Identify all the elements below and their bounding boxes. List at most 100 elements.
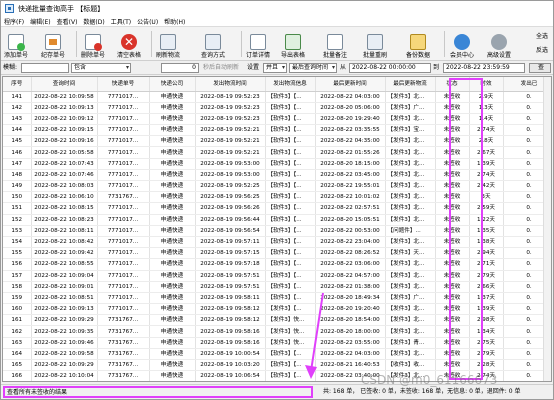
col-index[interactable]: 序号: [3, 77, 32, 92]
from-datetime-input[interactable]: 2022-08-22 00:00:00: [349, 63, 431, 73]
refresh-seconds-input[interactable]: 0: [161, 63, 199, 73]
cell-query-time: 2022-08-22 10:08:23: [31, 214, 98, 226]
table-row[interactable]: 157 2022-08-22 10:09:04 7771017... 申通快递 2022…: [3, 270, 551, 282]
time-field-select[interactable]: 最后查询时间: [289, 63, 337, 73]
filter-keyword-input[interactable]: [21, 63, 69, 73]
table-row[interactable]: 156 2022-08-22 10:08:55 7771017... 申通快递 2022…: [3, 258, 551, 271]
col-last-update-info[interactable]: 最后更新物流: [385, 77, 436, 92]
delete-number-button[interactable]: 删除单号: [81, 29, 105, 59]
table-row[interactable]: 160 2022-08-22 10:09:13 7771017... 申通快递 2022…: [3, 303, 551, 316]
table-row[interactable]: 145 2022-08-22 10:09:16 7771017... 申通快递 2022…: [3, 135, 551, 148]
to-datetime-input[interactable]: 2022-08-22 23:59:59: [443, 63, 525, 73]
refresh-logistics-button[interactable]: 刷新物流: [156, 29, 180, 59]
invert-select-button[interactable]: 反选: [536, 46, 548, 56]
save-number-button[interactable]: 纪存单号: [41, 29, 65, 59]
export-table-button[interactable]: 导出表格: [281, 29, 305, 59]
menu-view[interactable]: 查看(V): [54, 17, 81, 26]
cell-last-update-time: 2022-08-20 18:49:34: [315, 292, 386, 305]
table-row[interactable]: 161 2022-08-22 10:09:29 7731767... 申通快递 2022…: [3, 314, 551, 327]
cell-ship-info: 【软件3】【...: [265, 370, 316, 381]
cell-ship-info: 【软件3】【...: [265, 146, 316, 159]
batch-refresh-button[interactable]: 批量重刷: [363, 29, 387, 59]
cell-last-update-time: 2022-08-20 18:54:00: [315, 314, 386, 327]
cell-status: 未签收: [435, 359, 470, 372]
table-row[interactable]: 142 2022-08-22 10:09:13 7771017... 申通快递 2022…: [3, 102, 551, 114]
col-ship-info[interactable]: 发出物流信息: [265, 77, 316, 92]
menu-edit[interactable]: 编辑(E): [27, 17, 53, 26]
cell-courier: 申通快递: [149, 225, 196, 237]
cell-tracking-number: 7771017...: [97, 292, 150, 305]
order-detail-button[interactable]: 订单详情: [246, 29, 270, 59]
col-query-time[interactable]: 查询时间: [31, 77, 98, 92]
cell-courier: 申通快递: [149, 337, 196, 349]
cell-ship-time: 2022-08-19 09:52:23: [195, 113, 266, 126]
table-row[interactable]: 159 2022-08-22 10:08:51 7771017... 申通快递 2022…: [3, 292, 551, 305]
cell-courier: 申通快递: [149, 113, 196, 126]
menu-notice[interactable]: 公告(U): [134, 17, 161, 26]
cell-last-update-time: 2022-08-22 01:55:26: [315, 146, 386, 159]
cell-ship-info: 【软件3】【...: [265, 214, 316, 226]
table-row[interactable]: 154 2022-08-22 10:08:42 7771017... 申通快递 2022…: [3, 236, 551, 249]
col-courier[interactable]: 快递公司: [149, 77, 196, 92]
logic-select[interactable]: 并且: [263, 63, 287, 73]
table-row[interactable]: 155 2022-08-22 10:09:42 7771017... 申通快递 2022…: [3, 247, 551, 260]
table-row[interactable]: 162 2022-08-22 10:09:35 7731767... 申通快递 2022…: [3, 325, 551, 338]
cell-status: 未签收: [435, 270, 470, 282]
col-duration[interactable]: 时效: [469, 77, 504, 92]
query-mode-button[interactable]: 查询方式: [201, 29, 225, 59]
table-row[interactable]: 166 2022-08-22 10:10:04 7731767... 申通快递 2022…: [3, 370, 551, 381]
member-center-button[interactable]: 会员中心: [450, 29, 474, 59]
cell-last-update-time: 2022-08-20 19:20:40: [315, 303, 386, 316]
table-row[interactable]: 148 2022-08-22 10:07:46 7771017... 申通快递 2022…: [3, 169, 551, 182]
contains-select[interactable]: 包含: [71, 63, 131, 73]
query-button[interactable]: 查: [529, 63, 551, 73]
cell-last-update-time: 2022-08-22 03:45:00: [315, 169, 386, 182]
cell-courier: 申通快递: [149, 124, 196, 137]
cell-ship-time: 2022-08-19 09:52:23: [195, 91, 266, 103]
table-row[interactable]: 152 2022-08-22 10:08:23 7771017... 申通快递 2022…: [3, 214, 551, 226]
cell-duration: 2.75天: [469, 337, 504, 349]
menu-tools[interactable]: 工具(T): [108, 17, 134, 26]
menu-data[interactable]: 数据(D): [80, 17, 107, 26]
cell-status: 未签收: [435, 281, 470, 293]
menu-program[interactable]: 程序(F): [1, 17, 27, 26]
table-row[interactable]: 146 2022-08-22 10:05:58 7771017... 申通快递 2022…: [3, 146, 551, 159]
table-row[interactable]: 144 2022-08-22 10:09:15 7771017... 申通快递 2022…: [3, 124, 551, 137]
cell-last-update-info: 【问题件】...: [385, 225, 436, 237]
table-row[interactable]: 158 2022-08-22 10:09:01 7771017... 申通快递 2022…: [3, 281, 551, 293]
col-ship-time[interactable]: 发出物流时间: [195, 77, 266, 92]
table-row[interactable]: 151 2022-08-22 10:08:15 7771017... 申通快递 2022…: [3, 202, 551, 215]
table-row[interactable]: 153 2022-08-22 10:08:11 7771017... 申通快递 2022…: [3, 225, 551, 237]
table-row[interactable]: 143 2022-08-22 10:09:12 7771017... 申通快递 2022…: [3, 113, 551, 126]
table-row[interactable]: 147 2022-08-22 10:07:43 7771017... 申通快递 2022…: [3, 158, 551, 170]
table-row[interactable]: 165 2022-08-22 10:09:29 7731767... 申通快递 2022…: [3, 359, 551, 372]
table-row[interactable]: 150 2022-08-22 10:06:10 7731767... 申通快递 2022…: [3, 191, 551, 204]
cell-ship-info: 【软件3】【...: [265, 258, 316, 271]
col-last-update-time[interactable]: 最后更新时间: [315, 77, 386, 92]
col-tracking-number[interactable]: 快递单号: [97, 77, 150, 92]
cell-ship-info: 【软件3】【...: [265, 91, 316, 103]
clear-table-button[interactable]: ✕ 清空表格: [117, 29, 141, 59]
cell-last-update-info: 【发件3】北...: [385, 258, 436, 271]
backup-data-button[interactable]: 备份数据: [406, 29, 430, 59]
col-status[interactable]: 状态: [435, 77, 470, 92]
advanced-settings-button[interactable]: 高级设置: [487, 29, 511, 59]
table-row[interactable]: 141 2022-08-22 10:09:58 7771017... 申通快递 2022…: [3, 91, 551, 103]
vertical-scrollbar[interactable]: [543, 77, 551, 381]
batch-refresh-icon: [367, 34, 383, 50]
settings-label[interactable]: 设置: [247, 63, 259, 73]
cell-duration: 2.28天: [469, 359, 504, 372]
batch-note-button[interactable]: 批量备注: [323, 29, 347, 59]
menu-help[interactable]: 帮助(H): [161, 17, 188, 26]
cell-courier: 申通快递: [149, 270, 196, 282]
add-number-button[interactable]: 添加单号: [4, 29, 28, 59]
table-row[interactable]: 149 2022-08-22 10:08:03 7771017... 申通快递 2022…: [3, 180, 551, 193]
cell-tracking-number: 7771017...: [97, 281, 150, 293]
table-row[interactable]: 163 2022-08-22 10:09:46 7731767... 申通快递 2022…: [3, 337, 551, 349]
cell-courier: 申通快递: [149, 214, 196, 226]
table-row[interactable]: 164 2022-08-22 10:09:58 7731767... 申通快递 2022…: [3, 348, 551, 361]
select-all-button[interactable]: 全选: [536, 32, 548, 42]
cell-index: 158: [3, 281, 32, 293]
cell-ship-time: 2022-08-19 09:58:12: [195, 303, 266, 316]
cell-last-update-time: 2022-08-22 04:03:00: [315, 348, 386, 361]
